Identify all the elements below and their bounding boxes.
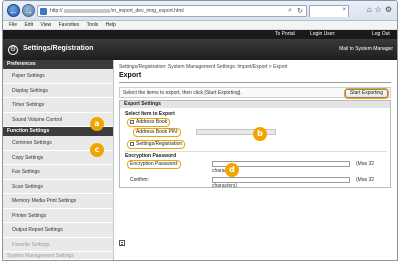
export-settings-panel: Export Settings Select Item to Export Ad… [119,100,391,189]
sidebar-item-paper-settings[interactable]: Paper Settings [3,69,113,84]
page-title: Export [119,72,142,79]
confirm-max-hint: (Max 32 [356,177,375,183]
callout-badge-b: b [253,127,267,141]
mail-to-system-manager-link[interactable]: Mail to System Manager [339,46,393,52]
callout-badge-d: d [225,163,239,177]
encryption-password-label: Encryption Password: [126,160,182,169]
sidebar-item-fax-settings[interactable]: Fax Settings [3,165,113,180]
sidebar-item-timer-settings[interactable]: Timer Settings [3,98,113,113]
sidebar-item-favorite-settings[interactable]: Favorite Settings [3,238,113,252]
sidebar-heading-preferences: Preferences [3,60,113,69]
address-book-pin-label: Address Book PIN: [132,128,182,137]
sidebar-item-display-settings[interactable]: Display Settings [3,84,113,98]
start-exporting-button[interactable]: Start Exporting [343,88,390,99]
menu-help[interactable]: Help [106,21,116,30]
settings-registration-label: Settings/Registration [136,141,183,147]
menu-view[interactable]: View [40,21,51,30]
page-favicon-icon [40,8,47,15]
sidebar-item-printer-settings[interactable]: Printer Settings [3,209,113,223]
sidebar-item-system-management-settings[interactable]: System Management Settings [3,252,113,260]
instruction-text: Select the items to export, then click [… [123,90,242,96]
forward-arrow-icon[interactable]: → [22,4,35,17]
main-content: Settings/Registration: System Management… [114,60,397,260]
home-icon[interactable]: ⌂ [367,5,375,14]
url-field[interactable]: http:///m_import_dev_imrg_export.html ⌕ … [37,5,307,17]
address-book-label: Address Book [136,119,168,125]
close-tab-icon[interactable]: × [342,7,346,13]
sidebar-item-memory-media-print-settings[interactable]: Memory Media Print Settings [3,194,113,209]
menu-file[interactable]: File [9,21,17,30]
refresh-icon[interactable]: ↻ [297,7,303,15]
page-top-icon[interactable] [119,240,125,246]
select-item-label: Select Item to Export [125,111,175,117]
callout-badge-c: c [90,143,104,157]
sidebar: Preferences Paper Settings Display Setti… [3,60,114,260]
browser-tab[interactable]: × [309,5,349,17]
sidebar-item-scan-settings[interactable]: Scan Settings [3,180,113,194]
section-divider [125,151,387,152]
log-out-link[interactable]: Log Out [372,30,390,39]
breadcrumb: Settings/Registration: System Management… [119,64,288,70]
menu-edit[interactable]: Edit [24,21,33,30]
settings-registration-checkbox-row[interactable]: Settings/Registration [126,140,186,149]
callout-badge-a: a [90,117,104,131]
title-divider [119,82,391,83]
address-bar: ← → http:///m_import_dev_imrg_export.htm… [3,1,397,21]
browser-toolbar-icons: ⌂☆⚙ [367,5,395,14]
app-top-bar: To Portal Login User: Log Out [3,30,397,39]
address-book-checkbox[interactable] [130,119,134,124]
url-text: http:///m_import_dev_imrg_export.html [50,8,184,14]
instruction-bar: Select the items to export, then click [… [119,87,391,99]
sidebar-item-output-report-settings[interactable]: Output Report Settings [3,223,113,238]
login-user-label: Login User: [310,31,336,37]
browser-window: ← → http:///m_import_dev_imrg_export.htm… [2,0,398,261]
encryption-password-heading: Encryption Password [125,153,177,159]
settings-registration-checkbox[interactable] [130,141,134,146]
panel-title: Export Settings [120,101,390,108]
menu-tools[interactable]: Tools [87,21,99,30]
app-title: Settings/Registration [23,45,94,52]
back-arrow-icon[interactable]: ← [7,4,20,17]
confirm-label: Confirm: [130,177,149,183]
settings-gear-icon[interactable]: ⚙ [385,5,395,14]
browser-menu-bar: File Edit View Favorites Tools Help [3,21,397,30]
search-icon[interactable]: ⌕ [288,7,292,15]
app-title-bar: ⚙ Settings/Registration Mail to System M… [3,39,397,60]
settings-logo-icon: ⚙ [8,45,18,55]
favorites-star-icon[interactable]: ☆ [375,5,385,14]
confirm-characters-hint: characters) [212,183,238,189]
to-portal-link[interactable]: To Portal [275,30,295,39]
encryption-max-hint: (Max 32 [356,161,375,167]
menu-favorites[interactable]: Favorites [59,21,80,30]
address-book-checkbox-row[interactable]: Address Book [126,118,171,127]
